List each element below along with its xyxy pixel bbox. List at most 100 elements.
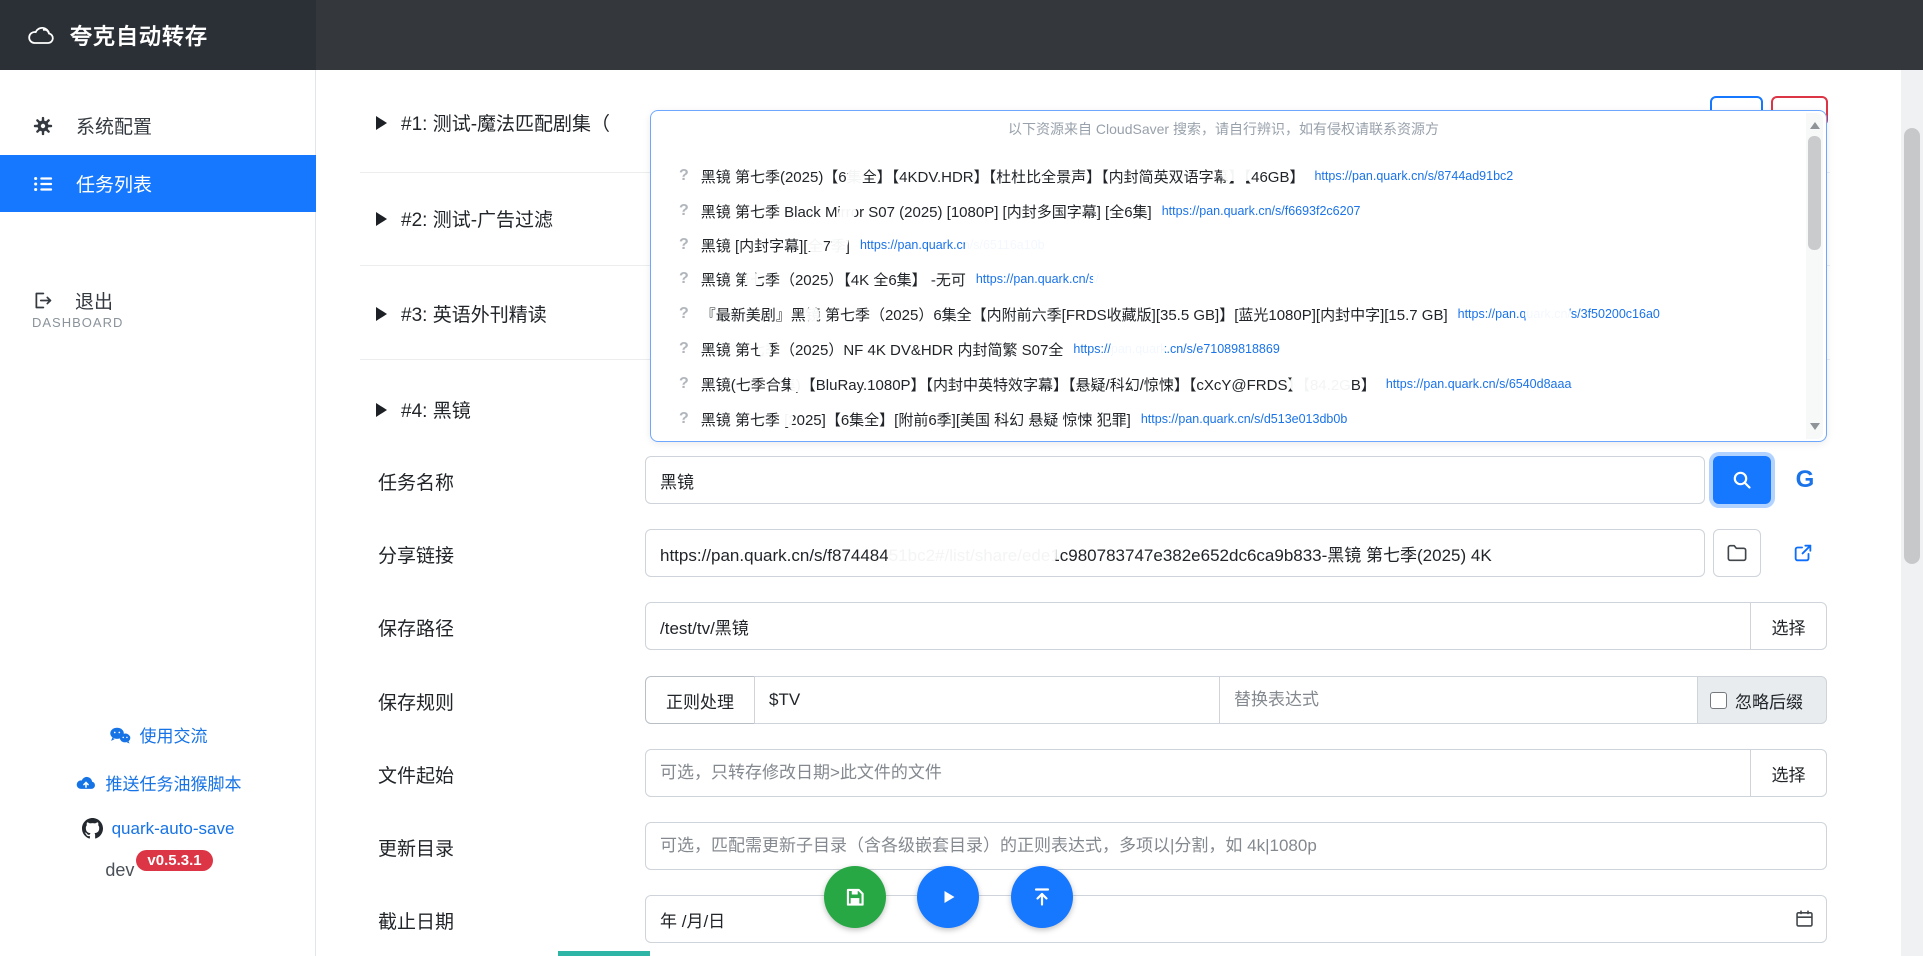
task-row-3[interactable]: #3: 英语外刊精读: [376, 300, 547, 327]
search-result-row[interactable]: ? 黑镜(七季合集)【BluRay.1080P】【内封中英特效字幕】【悬疑/科幻…: [679, 373, 1797, 395]
redaction-smudge: [1290, 376, 1352, 392]
field-label-deadline: 截止日期: [378, 907, 454, 934]
redaction-smudge: [806, 307, 819, 322]
result-link[interactable]: https://pan.quark.cn/s/: [976, 272, 1099, 286]
google-g-icon: G: [1796, 466, 1815, 494]
rule-replace-input[interactable]: [1219, 676, 1698, 724]
redaction-smudge: [808, 237, 824, 253]
redaction-smudge: [888, 538, 1056, 564]
question-icon: ?: [679, 202, 689, 220]
task-title: #4: 黑镜: [401, 396, 471, 423]
sidebar-item-label: 任务列表: [76, 170, 152, 197]
redaction-smudge: [790, 376, 804, 392]
scroll-down-icon[interactable]: [1810, 423, 1820, 430]
redaction-smudge: [1222, 166, 1252, 181]
result-link[interactable]: https://pan.quark.cn/s/e71089818869: [1073, 342, 1279, 356]
result-link[interactable]: https://pan.quark.cn/s/6540d8aaa: [1386, 377, 1572, 391]
question-icon: ?: [679, 340, 689, 358]
search-result-row[interactable]: ? 黑镜 第七季 [2025]【6集全】[附前6季][美国 科幻 悬疑 惊悚 犯…: [679, 408, 1797, 430]
update-dirs-input[interactable]: [645, 822, 1827, 870]
save-path-choose-button[interactable]: 选择: [1750, 602, 1827, 650]
wechat-icon: [109, 726, 131, 744]
question-icon: ?: [679, 236, 689, 254]
question-icon: ?: [679, 375, 689, 393]
result-link[interactable]: https://pan.quark.cn/s/f6693f2c6207: [1162, 204, 1361, 218]
sidebar: 系统配置 任务列表 DASHBOARD 退出: [0, 70, 316, 956]
version-line: dev v0.5.3.1: [0, 860, 316, 881]
task-row-4[interactable]: #4: 黑镜: [376, 396, 471, 423]
result-title: 黑镜 第七季 Black Mirror S07 (2025) [1080P] […: [701, 201, 1152, 222]
open-link-button[interactable]: [1779, 529, 1827, 577]
google-search-button[interactable]: G: [1779, 456, 1831, 504]
ignore-ext-addon: 忽略后缀: [1697, 676, 1827, 724]
caret-icon: [376, 403, 387, 417]
result-title: 黑镜 第七季(2025)【6集全】【4KDV.HDR】【杜杜比全景声】【内封简英…: [701, 166, 1305, 187]
sidebar-item-system-config[interactable]: 系统配置: [0, 97, 316, 154]
run-task-button[interactable]: [917, 866, 979, 928]
field-label-file-start: 文件起始: [378, 761, 454, 788]
result-link[interactable]: https://pan.quark.cn/s/8744ad91bc2: [1314, 169, 1513, 183]
caret-icon: [376, 307, 387, 321]
search-results-dropdown: 以下资源来自 CloudSaver 搜索，请自行辨识，如有侵权请联系资源方 ? …: [650, 110, 1827, 442]
dropdown-scrollbar-thumb[interactable]: [1808, 136, 1821, 250]
result-title: 黑镜 [内封字幕][全7季]: [701, 235, 850, 256]
search-result-row[interactable]: ? 『最新美剧』黑镜 第七季（2025）6集全【内附前六季[FRDS收藏版][3…: [679, 303, 1797, 325]
redaction-smudge: [1405, 411, 1447, 427]
footer-link-label: 推送任务油猴脚本: [106, 770, 242, 795]
scroll-up-icon[interactable]: [1810, 122, 1820, 129]
save-task-button[interactable]: [824, 866, 886, 928]
task-title: #3: 英语外刊精读: [401, 300, 547, 327]
field-label-update-dirs: 更新目录: [378, 834, 454, 861]
redaction-smudge: [1110, 341, 1165, 357]
task-row-1[interactable]: #1: 测试-魔法匹配剧集（: [376, 109, 610, 136]
share-link-input[interactable]: [645, 529, 1705, 577]
cloud-upload-icon: [75, 774, 97, 791]
ignore-ext-label: 忽略后缀: [1735, 688, 1803, 713]
footer-link-chat[interactable]: 使用交流: [0, 722, 316, 747]
sidebar-item-task-list[interactable]: 任务列表: [0, 155, 316, 212]
footer-link-userscript[interactable]: 推送任务油猴脚本: [0, 770, 316, 795]
external-link-icon: [1792, 542, 1814, 564]
browse-folder-button[interactable]: [1713, 529, 1761, 577]
redaction-smudge: [745, 272, 758, 287]
task-title: #1: 测试-魔法匹配剧集（: [401, 109, 610, 136]
dropdown-notice: 以下资源来自 CloudSaver 搜索，请自行辨识，如有侵权请联系资源方: [651, 119, 1796, 139]
ignore-ext-checkbox[interactable]: [1710, 692, 1727, 709]
search-result-row[interactable]: ? 黑镜 第七季（2025）【4K 全6集】 -无可 https://pan.q…: [679, 268, 1797, 290]
calendar-icon[interactable]: [1794, 908, 1815, 934]
save-path-input[interactable]: [645, 602, 1751, 650]
redaction-smudge: [779, 411, 793, 427]
progress-bar-fragment: [558, 951, 650, 956]
task-name-input[interactable]: [645, 456, 1705, 504]
app-title: 夸克自动转存: [70, 19, 208, 51]
caret-icon: [376, 116, 387, 130]
play-icon: [936, 885, 960, 909]
question-icon: ?: [679, 270, 689, 288]
question-icon: ?: [679, 305, 689, 323]
caret-icon: [376, 212, 387, 226]
rule-pattern-input[interactable]: [754, 676, 1220, 724]
file-start-input[interactable]: [645, 749, 1751, 797]
page-scrollbar-thumb[interactable]: [1904, 128, 1920, 564]
page-scrollbar[interactable]: [1901, 70, 1923, 956]
search-button[interactable]: [1713, 456, 1771, 504]
footer-link-github[interactable]: quark-auto-save: [0, 818, 316, 839]
arrow-up-to-line-icon: [1030, 885, 1054, 909]
field-label-save-path: 保存路径: [378, 614, 454, 641]
list-icon: [32, 173, 54, 195]
rule-mode-select[interactable]: 正则处理: [645, 676, 755, 724]
file-start-choose-button[interactable]: 选择: [1750, 749, 1827, 797]
logout-icon: [32, 290, 53, 311]
redaction-smudge: [758, 342, 771, 357]
footer-link-label: 使用交流: [140, 722, 208, 747]
back-to-top-button[interactable]: [1011, 866, 1073, 928]
folder-icon: [1726, 543, 1748, 563]
result-link[interactable]: https://pan.quark.cn/s/d513e013db0b: [1141, 412, 1347, 426]
deadline-date-input[interactable]: [645, 895, 1827, 943]
dropdown-scrollbar[interactable]: [1806, 113, 1823, 439]
brand: 夸克自动转存: [0, 0, 316, 70]
search-result-row[interactable]: ? 黑镜 第七季（2025）NF 4K DV&HDR 内封简繁 S07全 htt…: [679, 338, 1797, 360]
task-row-2[interactable]: #2: 测试-广告过滤: [376, 205, 553, 232]
sidebar-item-logout[interactable]: 退出: [0, 272, 316, 329]
result-title: 黑镜 第七季 [2025]【6集全】[附前6季][美国 科幻 悬疑 惊悚 犯罪]: [701, 409, 1131, 430]
